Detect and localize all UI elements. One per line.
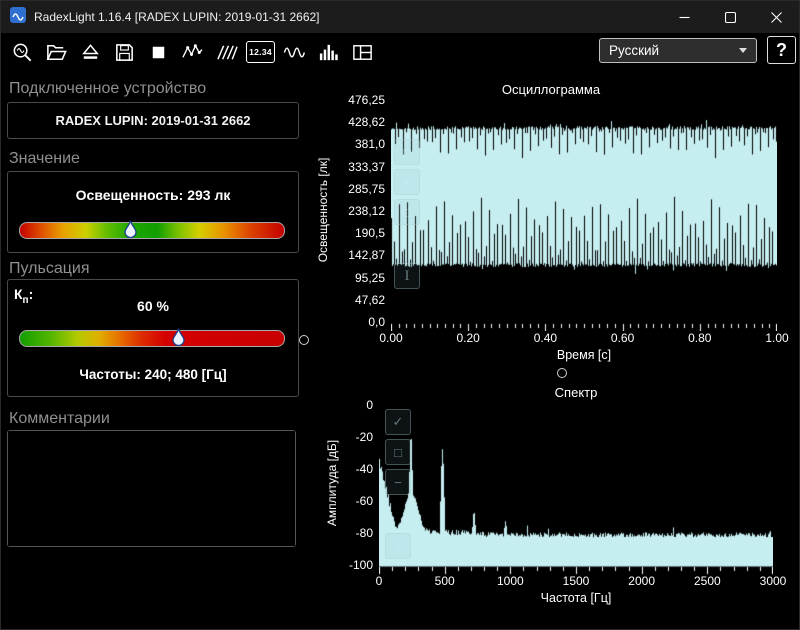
chevron-down-icon: [739, 48, 747, 53]
panel-layout-icon-button[interactable]: [347, 37, 378, 67]
zoom-search-icon-button[interactable]: [7, 37, 38, 67]
illuminance-marker-icon: [124, 220, 137, 238]
ghost-select-icon: □: [394, 139, 420, 165]
window-controls: [661, 1, 799, 33]
spectrum-xtick-label: 3000: [759, 574, 787, 588]
language-select[interactable]: Русский: [599, 38, 757, 63]
hatch-pattern-icon-button[interactable]: [211, 37, 242, 67]
app-logo-icon: [10, 6, 26, 28]
pulsation-marker-icon: [172, 328, 185, 346]
oscillogram-ytick-label: 428,62: [348, 115, 385, 130]
open-file-icon-button[interactable]: [41, 37, 72, 67]
spectrum-ytick-label: -20: [355, 430, 373, 444]
oscillogram-ytick-label: 0,0: [368, 315, 385, 329]
oscillogram-ytick-label: 476,25: [348, 93, 385, 107]
minimize-button[interactable]: [661, 1, 707, 33]
titlebar: RadexLight 1.16.4 [RADEX LUPIN: 2019-01-…: [1, 1, 799, 33]
save-file-icon-button[interactable]: [109, 37, 140, 67]
stop-record-icon-button[interactable]: [143, 37, 174, 67]
maximize-button[interactable]: [707, 1, 753, 33]
eject-device-icon-button[interactable]: [75, 37, 106, 67]
comments-section-title: Комментарии: [9, 410, 110, 427]
pulsation-section-title: Пульсация: [9, 260, 90, 277]
oscillogram-xtick-label: 0.60: [610, 331, 635, 345]
ghost-grid-icon: □: [394, 199, 420, 225]
kp-value: 60 %: [137, 298, 169, 314]
spectrum-y-axis-label: Амплитуда [дБ]: [325, 439, 339, 527]
spectrum-x-axis-label: Частота [Гц]: [540, 591, 612, 605]
ghost-zoom-in-icon: +: [394, 169, 420, 195]
spectrum-xtick-label: 2500: [693, 574, 721, 588]
ghost-zoom-out-icon: −: [385, 469, 411, 495]
spectrum-ytick-label: -100: [348, 558, 373, 572]
splitter-handle-charts[interactable]: [557, 368, 567, 378]
spectrum-xtick-label: 0: [375, 574, 383, 588]
value-box: [7, 171, 299, 253]
illuminance-scale-bar: [19, 222, 285, 239]
spectrum-title: Спектр: [554, 385, 598, 400]
ghost-select-icon: □: [385, 439, 411, 465]
oscillogram-ytick-label: 285,75: [348, 181, 385, 196]
oscillogram-xtick-label: 0.40: [533, 331, 558, 345]
oscillogram-ytick-label: 190,5: [354, 226, 385, 241]
pulsation-scale-bar: [19, 330, 285, 347]
splitter-handle-left[interactable]: [299, 335, 309, 345]
spectrum-xtick-label: 2000: [628, 574, 655, 588]
oscillogram-ytick-label: 238,12: [348, 204, 385, 218]
ghost-cursor-icon: I: [394, 263, 420, 289]
device-box: RADEX LUPIN: 2019-01-31 2662: [7, 102, 299, 139]
ghost-pan-icon: ↕: [385, 533, 411, 559]
spectrum-view-icon-button[interactable]: [313, 37, 344, 67]
window-title: RadexLight 1.16.4 [RADEX LUPIN: 2019-01-…: [34, 10, 320, 24]
oscillogram-ytick-label: 381,0: [354, 137, 385, 152]
oscillogram-x-axis-label: Время [с]: [556, 348, 612, 362]
oscillogram-plot[interactable]: [391, 101, 777, 331]
spectrum-xtick-label: 1500: [562, 574, 590, 588]
oscillogram-ytick-label: 47,62: [354, 292, 385, 307]
close-button[interactable]: [753, 1, 799, 33]
oscillogram-ytick-label: 95,25: [354, 270, 385, 285]
spectrum-xtick-label: 1000: [496, 574, 524, 588]
help-button[interactable]: ?: [767, 36, 796, 64]
device-name: RADEX LUPIN: 2019-01-31 2662: [55, 113, 251, 128]
numeric-display-icon: 12.34: [246, 41, 275, 63]
application-window: RadexLight 1.16.4 [RADEX LUPIN: 2019-01-…: [0, 0, 800, 630]
spectrum-ytick-label: -60: [355, 494, 373, 508]
oscillogram-xtick-label: 1.00: [765, 331, 789, 345]
spectrum-ytick-label: -80: [355, 526, 373, 540]
comments-box: [7, 430, 296, 547]
oscillogram-xtick-label: 0.20: [456, 331, 480, 345]
oscillogram-ytick-label: 142,87: [348, 248, 385, 263]
frequencies-text: Частоты: 240; 480 [Гц]: [79, 367, 227, 382]
ghost-apply-icon: ✓: [385, 409, 411, 435]
oscillogram-title: Осциллограмма: [501, 82, 601, 97]
spectrum-plot[interactable]: [379, 406, 773, 576]
spectrum-ytick-label: -40: [355, 462, 373, 476]
oscillogram-ytick-label: 333,37: [348, 159, 385, 174]
oscillogram-view-icon-button[interactable]: [279, 37, 310, 67]
measurement-curve-icon-button[interactable]: [177, 37, 208, 67]
oscillogram-xtick-label: 0.00: [379, 331, 403, 345]
spectrum-xtick-label: 500: [434, 574, 455, 588]
comments-input[interactable]: [8, 431, 295, 546]
illuminance-reading: Освещенность: 293 лк: [75, 187, 231, 203]
numeric-display-icon-button[interactable]: 12.34: [245, 37, 276, 67]
language-select-value: Русский: [609, 43, 660, 58]
connected-device-section-title: Подключенное устройство: [9, 80, 207, 97]
spectrum-ytick-label: 0: [366, 398, 373, 412]
oscillogram-xtick-label: 0.80: [688, 331, 712, 345]
value-section-title: Значение: [9, 150, 80, 167]
